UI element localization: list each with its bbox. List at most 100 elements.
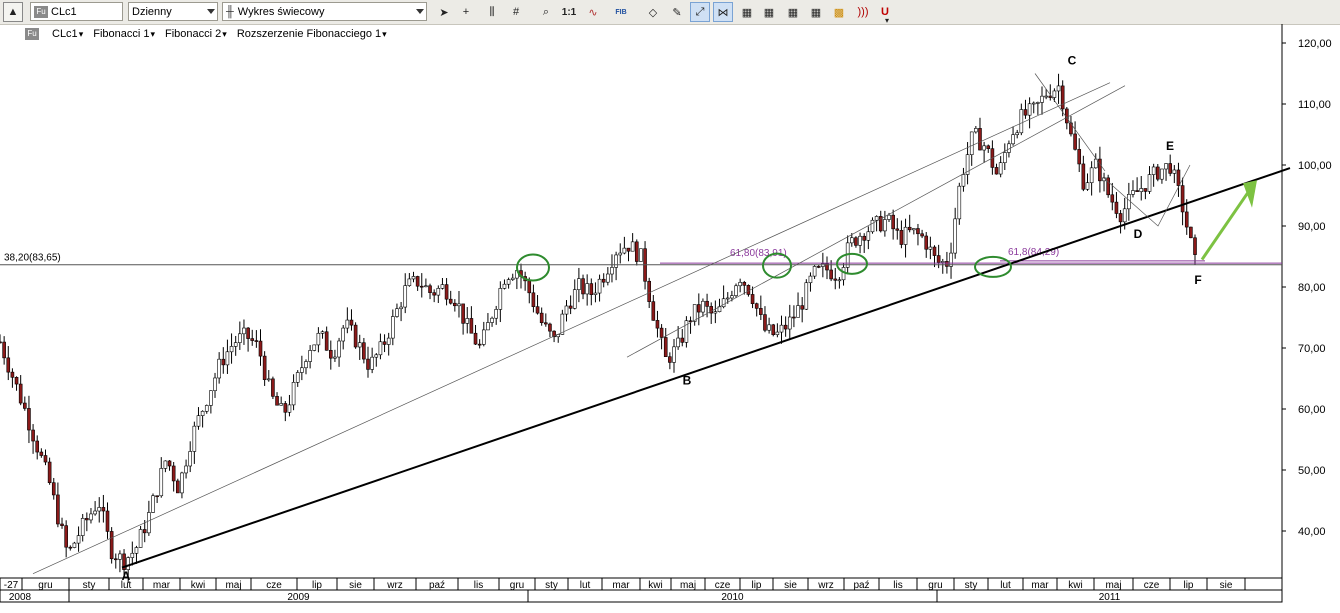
candle-body: [47, 461, 52, 483]
candle-body: [1023, 109, 1028, 116]
candle-body: [548, 323, 552, 332]
candle-body: [1114, 201, 1119, 214]
month-label: paź: [853, 580, 869, 591]
candle-body: [85, 518, 89, 521]
chart-b-icon[interactable]: ▦: [759, 2, 779, 22]
bar-chart-icon[interactable]: ⫼: [482, 2, 502, 22]
candle-body: [130, 552, 135, 558]
candle-body: [391, 316, 395, 339]
candle-body: [93, 510, 97, 515]
candle-body: [945, 261, 949, 267]
candle-body: [217, 358, 221, 379]
label-icon[interactable]: ✎: [667, 2, 687, 22]
toolbar: ▲ Fu CLc1 Dzienny ╫ Wykres świecowy ➤ + …: [0, 0, 1340, 25]
candle-body: [916, 228, 920, 235]
month-label: lis: [474, 580, 483, 591]
crosshair-icon[interactable]: +: [456, 2, 476, 22]
candle-body: [639, 248, 643, 262]
candle-body: [771, 324, 776, 335]
candle-body: [1089, 167, 1094, 184]
candle-body: [1036, 102, 1040, 104]
candle-body: [258, 340, 263, 357]
candle-icon: ╫: [226, 5, 234, 18]
candle-body: [486, 322, 490, 331]
candle-body: [763, 314, 767, 331]
candle-body: [291, 382, 296, 406]
candle-body: [424, 285, 428, 288]
candle-body: [266, 378, 271, 381]
cursor-icon[interactable]: ➤: [434, 2, 454, 22]
chart-type-select[interactable]: ╫ Wykres świecowy: [222, 2, 427, 21]
pattern-icon[interactable]: ⋈: [713, 2, 733, 22]
candle-body: [341, 327, 346, 342]
candle-body: [895, 228, 900, 231]
candle-body: [1168, 163, 1172, 174]
candle-body: [961, 174, 966, 187]
symbol-input[interactable]: Fu CLc1: [30, 2, 123, 21]
year-label: 2010: [721, 592, 744, 603]
candle-body: [461, 303, 465, 324]
candle-body: [721, 298, 726, 308]
candle-body: [647, 280, 651, 302]
candle-body: [262, 355, 267, 380]
zoom-icon[interactable]: ⌕: [536, 2, 556, 22]
month-label: wrz: [386, 580, 403, 591]
candle-body: [386, 337, 391, 345]
chart-c-icon[interactable]: ▦: [783, 2, 803, 22]
y-tick-label: 50,00: [1298, 465, 1326, 477]
candle-body: [192, 425, 197, 452]
candle-body: [204, 405, 209, 412]
candle-body: [907, 226, 912, 231]
candle-body: [759, 308, 763, 315]
candle-body: [783, 324, 788, 330]
candle-body: [196, 415, 201, 427]
candle-body: [940, 261, 945, 263]
candle-body: [1040, 95, 1044, 103]
wave-label-b: B: [683, 374, 692, 388]
one-to-one-icon[interactable]: 1:1: [559, 2, 579, 22]
candle-body: [750, 294, 755, 304]
year-label: 2008: [9, 592, 32, 603]
candle-body: [767, 324, 771, 331]
interval-select[interactable]: Dzienny: [128, 2, 218, 21]
trendline-icon[interactable]: ⤢: [690, 2, 710, 22]
price-chart[interactable]: 120,00 110,00 100,00 90,00 80,00 70,00 60,00 50…: [0, 24, 1340, 613]
candle-body: [531, 292, 536, 307]
candle-body: [440, 284, 445, 289]
candle-body: [1081, 163, 1086, 190]
month-label: kwi: [1068, 580, 1082, 591]
candle-body: [816, 266, 821, 268]
month-label: mar: [1031, 580, 1049, 591]
chart-d-icon[interactable]: ▦: [806, 2, 826, 22]
grid-icon[interactable]: #: [506, 2, 526, 22]
candle-body: [109, 531, 114, 560]
candle-body: [2, 341, 6, 359]
candle-body: [1073, 133, 1077, 150]
candle-body: [655, 320, 660, 329]
candle-body: [560, 313, 565, 335]
candle-body: [1044, 95, 1048, 98]
eraser-icon[interactable]: ◇: [643, 2, 663, 22]
candle-body: [833, 278, 838, 281]
chevron-down-icon: [416, 9, 424, 14]
candle-body: [366, 358, 370, 370]
month-label: sie: [1220, 580, 1233, 591]
candle-body: [564, 305, 569, 315]
wave-icon[interactable]: ∿: [583, 2, 603, 22]
fib-icon[interactable]: FIB: [611, 2, 631, 22]
chart-e-icon[interactable]: ▩: [829, 2, 849, 22]
candle-body: [395, 308, 399, 317]
chart-a-icon[interactable]: ▦: [737, 2, 757, 22]
candle-body: [31, 429, 35, 442]
candle-body: [1015, 132, 1019, 136]
candle-body: [899, 230, 904, 245]
candle-body: [1052, 90, 1057, 98]
fib-level-label: 38,20(83,65): [4, 253, 61, 264]
candle-body: [337, 340, 341, 358]
candle-body: [506, 279, 511, 285]
candle-body: [316, 332, 321, 346]
candle-body: [97, 507, 102, 512]
arrow-up-icon[interactable]: ▲: [3, 2, 23, 22]
candle-body: [610, 267, 614, 275]
signal-icon[interactable]: ))): [853, 2, 873, 22]
